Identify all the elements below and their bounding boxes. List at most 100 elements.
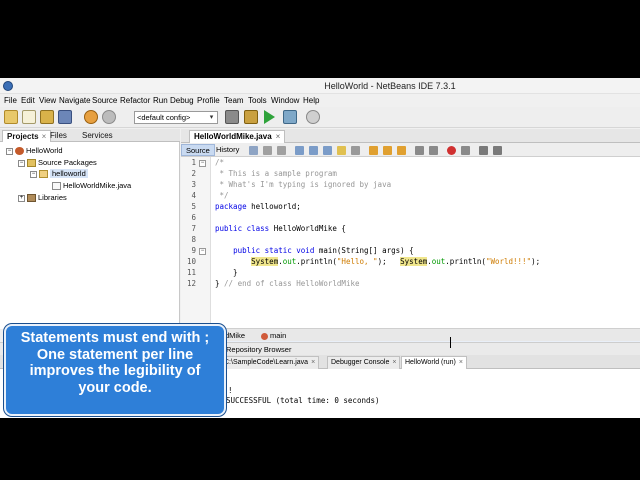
coffee-cup-icon bbox=[15, 147, 24, 156]
highlight-icon[interactable] bbox=[337, 146, 346, 155]
redo-icon[interactable] bbox=[102, 110, 116, 124]
tab-output-learn[interactable]: C:\SampleCode\Learn.java × bbox=[220, 356, 320, 369]
callout-line: One statement per line bbox=[36, 346, 194, 363]
line-number: 5 bbox=[191, 202, 196, 211]
toggle-selection-icon[interactable] bbox=[351, 146, 360, 155]
close-icon[interactable]: × bbox=[459, 359, 463, 366]
close-icon[interactable]: × bbox=[276, 132, 281, 141]
menu-tools[interactable]: Tools bbox=[248, 96, 267, 105]
callout-line: your code. bbox=[78, 379, 152, 396]
chevron-down-icon: ▾ bbox=[209, 114, 214, 121]
tree-item-source-packages[interactable]: − Source Packages bbox=[18, 158, 97, 169]
tutorial-callout: Statements must end with ; One statement… bbox=[4, 324, 226, 416]
tree-item-java-file[interactable]: HelloWorldMike.java bbox=[52, 181, 131, 192]
repository-browser-label[interactable]: Repository Browser bbox=[226, 345, 291, 354]
bookmark-next-icon[interactable] bbox=[383, 146, 392, 155]
stop-macro-icon[interactable] bbox=[461, 146, 470, 155]
run-icon[interactable] bbox=[264, 110, 275, 124]
tree-item-libraries[interactable]: + Libraries bbox=[18, 193, 67, 204]
code-line[interactable]: public class HelloWorldMike { bbox=[215, 224, 346, 233]
close-icon[interactable]: × bbox=[311, 359, 315, 366]
method-icon bbox=[261, 332, 268, 340]
menu-team[interactable]: Team bbox=[224, 96, 244, 105]
debug-icon[interactable] bbox=[283, 110, 297, 124]
bookmark-prev-icon[interactable] bbox=[369, 146, 378, 155]
back-icon[interactable] bbox=[263, 146, 272, 155]
editor-file-tabs: HelloWorldMike.java × bbox=[181, 129, 640, 143]
tab-source[interactable]: Source bbox=[181, 144, 215, 156]
menu-profile[interactable]: Profile bbox=[197, 96, 220, 105]
save-all-icon[interactable] bbox=[58, 110, 72, 124]
library-icon bbox=[27, 194, 36, 203]
collapse-icon[interactable]: − bbox=[30, 170, 37, 178]
tab-services[interactable]: Services bbox=[78, 130, 117, 142]
menu-file[interactable]: File bbox=[4, 96, 17, 105]
build-icon[interactable] bbox=[244, 110, 258, 124]
menu-edit[interactable]: Edit bbox=[21, 96, 35, 105]
tree-item-helloworld-project[interactable]: − HelloWorld bbox=[6, 146, 63, 157]
menu-source[interactable]: Source bbox=[92, 96, 117, 105]
open-project-icon[interactable] bbox=[40, 110, 54, 124]
shift-right-icon[interactable] bbox=[429, 146, 438, 155]
menu-navigate[interactable]: Navigate bbox=[59, 96, 91, 105]
record-macro-icon[interactable] bbox=[447, 146, 456, 155]
expand-icon[interactable]: + bbox=[18, 194, 25, 202]
java-file-icon bbox=[52, 182, 61, 191]
close-icon[interactable]: × bbox=[392, 359, 396, 366]
tab-debugger-console[interactable]: Debugger Console × bbox=[327, 356, 401, 369]
forward-icon[interactable] bbox=[277, 146, 286, 155]
menu-window[interactable]: Window bbox=[271, 96, 299, 105]
tab-projects[interactable]: Projects × bbox=[2, 130, 52, 142]
menu-help[interactable]: Help bbox=[303, 96, 319, 105]
find-prev-icon[interactable] bbox=[309, 146, 318, 155]
line-number: 10 bbox=[186, 257, 196, 266]
shift-left-icon[interactable] bbox=[415, 146, 424, 155]
callout-line: Statements must end with ; bbox=[20, 330, 210, 346]
window-title: HelloWorld - NetBeans IDE 7.3.1 bbox=[324, 81, 456, 91]
menu-debug[interactable]: Debug bbox=[170, 96, 194, 105]
navigator-method[interactable]: main bbox=[261, 331, 286, 340]
line-number: 9 bbox=[191, 246, 196, 255]
code-line[interactable]: } // end of class HelloWorldMike bbox=[215, 279, 360, 288]
code-line[interactable]: } bbox=[215, 268, 238, 277]
code-line[interactable]: * What's I'm typing is ignored by java bbox=[215, 180, 392, 189]
tab-helloworld-run[interactable]: HelloWorld (run) × bbox=[401, 356, 467, 369]
code-line[interactable]: /* bbox=[215, 158, 224, 167]
tree-item-helloworld-package[interactable]: − helloworld bbox=[30, 169, 88, 180]
config-select[interactable]: <default config> ▾ bbox=[134, 111, 218, 124]
line-number: 7 bbox=[191, 224, 196, 233]
navigator-class[interactable]: dMike bbox=[225, 331, 245, 340]
find-next-icon[interactable] bbox=[323, 146, 332, 155]
comment-icon[interactable] bbox=[479, 146, 488, 155]
find-icon[interactable] bbox=[295, 146, 304, 155]
tab-history[interactable]: History bbox=[212, 144, 243, 156]
folder-icon bbox=[27, 159, 36, 168]
code-line[interactable]: */ bbox=[215, 191, 229, 200]
collapse-icon[interactable]: − bbox=[18, 159, 25, 167]
fold-collapse-icon[interactable]: − bbox=[199, 248, 206, 255]
last-edit-icon[interactable] bbox=[249, 146, 258, 155]
line-number: 6 bbox=[191, 213, 196, 222]
text-cursor-icon bbox=[450, 337, 455, 348]
uncomment-icon[interactable] bbox=[493, 146, 502, 155]
editor-toolbar: Source History bbox=[181, 143, 640, 157]
new-project-icon[interactable] bbox=[4, 110, 18, 124]
tab-files[interactable]: Files bbox=[46, 130, 71, 142]
menu-view[interactable]: View bbox=[39, 96, 56, 105]
menu-run[interactable]: Run bbox=[153, 96, 168, 105]
profile-icon[interactable] bbox=[306, 110, 320, 124]
code-line[interactable]: * This is a sample program bbox=[215, 169, 337, 178]
clean-build-icon[interactable] bbox=[225, 110, 239, 124]
code-line[interactable]: public static void main(String[] args) { bbox=[215, 246, 414, 255]
code-line[interactable]: package helloworld; bbox=[215, 202, 301, 211]
collapse-icon[interactable]: − bbox=[6, 147, 13, 155]
callout-line: improves the legibility of bbox=[29, 363, 201, 379]
title-bar: HelloWorld - NetBeans IDE 7.3.1 bbox=[0, 78, 640, 94]
tab-helloworldmike-java[interactable]: HelloWorldMike.java × bbox=[189, 130, 286, 143]
undo-icon[interactable] bbox=[84, 110, 98, 124]
menu-refactor[interactable]: Refactor bbox=[120, 96, 150, 105]
code-line-current[interactable]: System.out.println("Hello, "); System.ou… bbox=[215, 257, 540, 266]
toggle-bookmark-icon[interactable] bbox=[397, 146, 406, 155]
fold-collapse-icon[interactable]: − bbox=[199, 160, 206, 167]
new-file-icon[interactable] bbox=[22, 110, 36, 124]
